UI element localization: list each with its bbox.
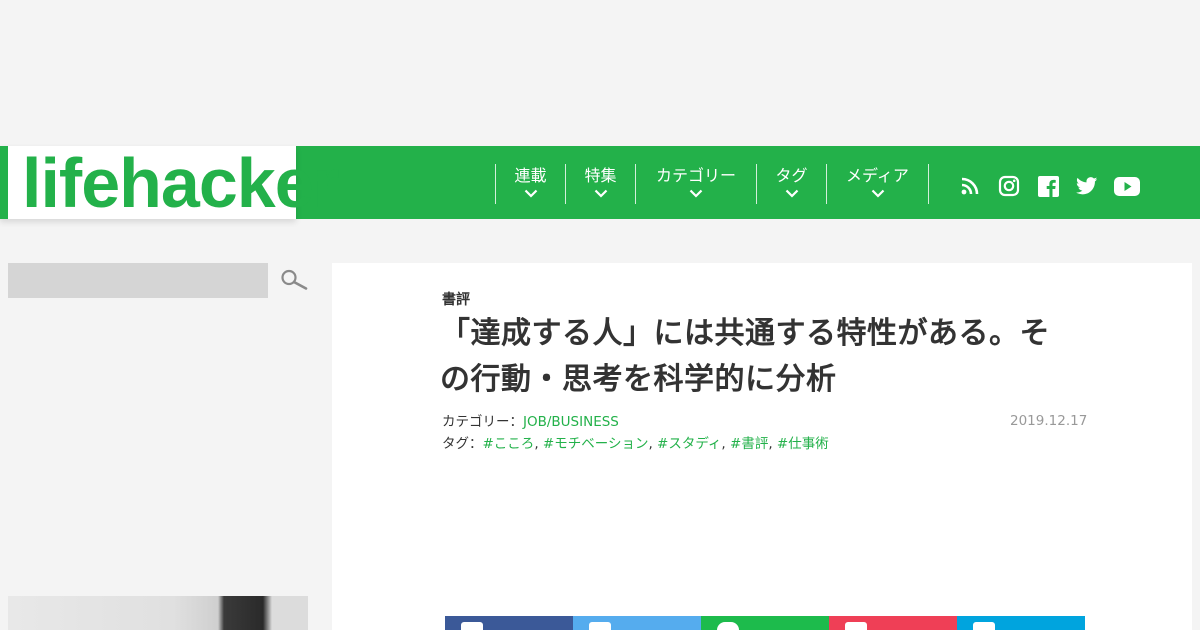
rss-icon[interactable] bbox=[958, 176, 982, 196]
chevron-down-icon bbox=[871, 189, 884, 198]
article-date: 2019.12.17 bbox=[1010, 413, 1088, 429]
chevron-down-icon bbox=[594, 189, 607, 198]
chevron-down-icon bbox=[689, 189, 703, 198]
article-category-label[interactable]: 書評 bbox=[442, 289, 470, 309]
chevron-down-icon bbox=[785, 189, 798, 198]
nav-item-series[interactable]: 連載 bbox=[495, 164, 565, 204]
tag-separator: , bbox=[648, 436, 658, 452]
hatena-icon bbox=[973, 622, 995, 630]
nav-label: カテゴリー bbox=[655, 166, 736, 185]
tag-link[interactable]: #書評 bbox=[730, 436, 768, 452]
article-tags-line: タグ：#こころ, #モチベーション, #スタディ, #書評, #仕事術 bbox=[442, 432, 829, 452]
facebook-icon bbox=[461, 622, 483, 630]
tags-prefix: タグ： bbox=[442, 436, 483, 452]
nav-item-features[interactable]: 特集 bbox=[565, 164, 635, 204]
article-category-line: カテゴリー：JOB/BUSINESS bbox=[442, 410, 619, 430]
twitter-icon bbox=[589, 622, 611, 630]
logo[interactable]: lifehacker bbox=[0, 144, 340, 222]
nav-item-media[interactable]: メディア bbox=[826, 164, 929, 204]
search-input[interactable] bbox=[8, 263, 268, 298]
nav-label: メディア bbox=[846, 166, 909, 185]
tag-separator: , bbox=[721, 436, 731, 452]
sidebar-thumbnail[interactable] bbox=[8, 596, 308, 630]
nav-label: 特集 bbox=[584, 166, 617, 185]
facebook-share-button[interactable] bbox=[445, 616, 573, 630]
tag-link[interactable]: #こころ bbox=[483, 436, 535, 452]
line-icon bbox=[717, 622, 739, 630]
instagram-icon[interactable] bbox=[997, 175, 1021, 197]
logo-stripe bbox=[0, 146, 8, 219]
chevron-down-icon bbox=[524, 189, 537, 198]
tag-link[interactable]: #モチベーション bbox=[543, 436, 649, 452]
tag-separator: , bbox=[768, 436, 777, 452]
nav-item-category[interactable]: カテゴリー bbox=[635, 164, 756, 204]
tag-separator: , bbox=[534, 436, 543, 452]
article-card: 書評 「達成する人」には共通する特性がある。その行動・思考を科学的に分析 カテゴ… bbox=[332, 263, 1192, 630]
pocket-icon bbox=[845, 622, 867, 630]
line-share-button[interactable] bbox=[701, 616, 829, 630]
nav-label: タグ bbox=[775, 166, 808, 185]
twitter-icon[interactable] bbox=[1075, 177, 1099, 195]
hatena-share-button[interactable] bbox=[957, 616, 1085, 630]
pocket-share-button[interactable] bbox=[829, 616, 957, 630]
tag-link[interactable]: #スタディ bbox=[657, 436, 721, 452]
main-nav: 連載 特集 カテゴリー タグ メディア bbox=[495, 164, 929, 204]
category-prefix: カテゴリー： bbox=[442, 414, 523, 430]
twitter-share-button[interactable] bbox=[573, 616, 701, 630]
youtube-icon[interactable] bbox=[1114, 176, 1140, 196]
nav-item-tags[interactable]: タグ bbox=[756, 164, 826, 204]
facebook-icon[interactable] bbox=[1036, 175, 1060, 197]
logo-text: lifehacker bbox=[22, 144, 340, 222]
social-links bbox=[958, 172, 1140, 200]
tag-link[interactable]: #仕事術 bbox=[777, 436, 829, 452]
article-title: 「達成する人」には共通する特性がある。その行動・思考を科学的に分析 bbox=[440, 316, 1050, 397]
nav-label: 連載 bbox=[514, 166, 547, 185]
search-icon[interactable] bbox=[280, 268, 308, 296]
share-bar bbox=[445, 616, 1085, 630]
category-link[interactable]: JOB/BUSINESS bbox=[523, 414, 619, 430]
